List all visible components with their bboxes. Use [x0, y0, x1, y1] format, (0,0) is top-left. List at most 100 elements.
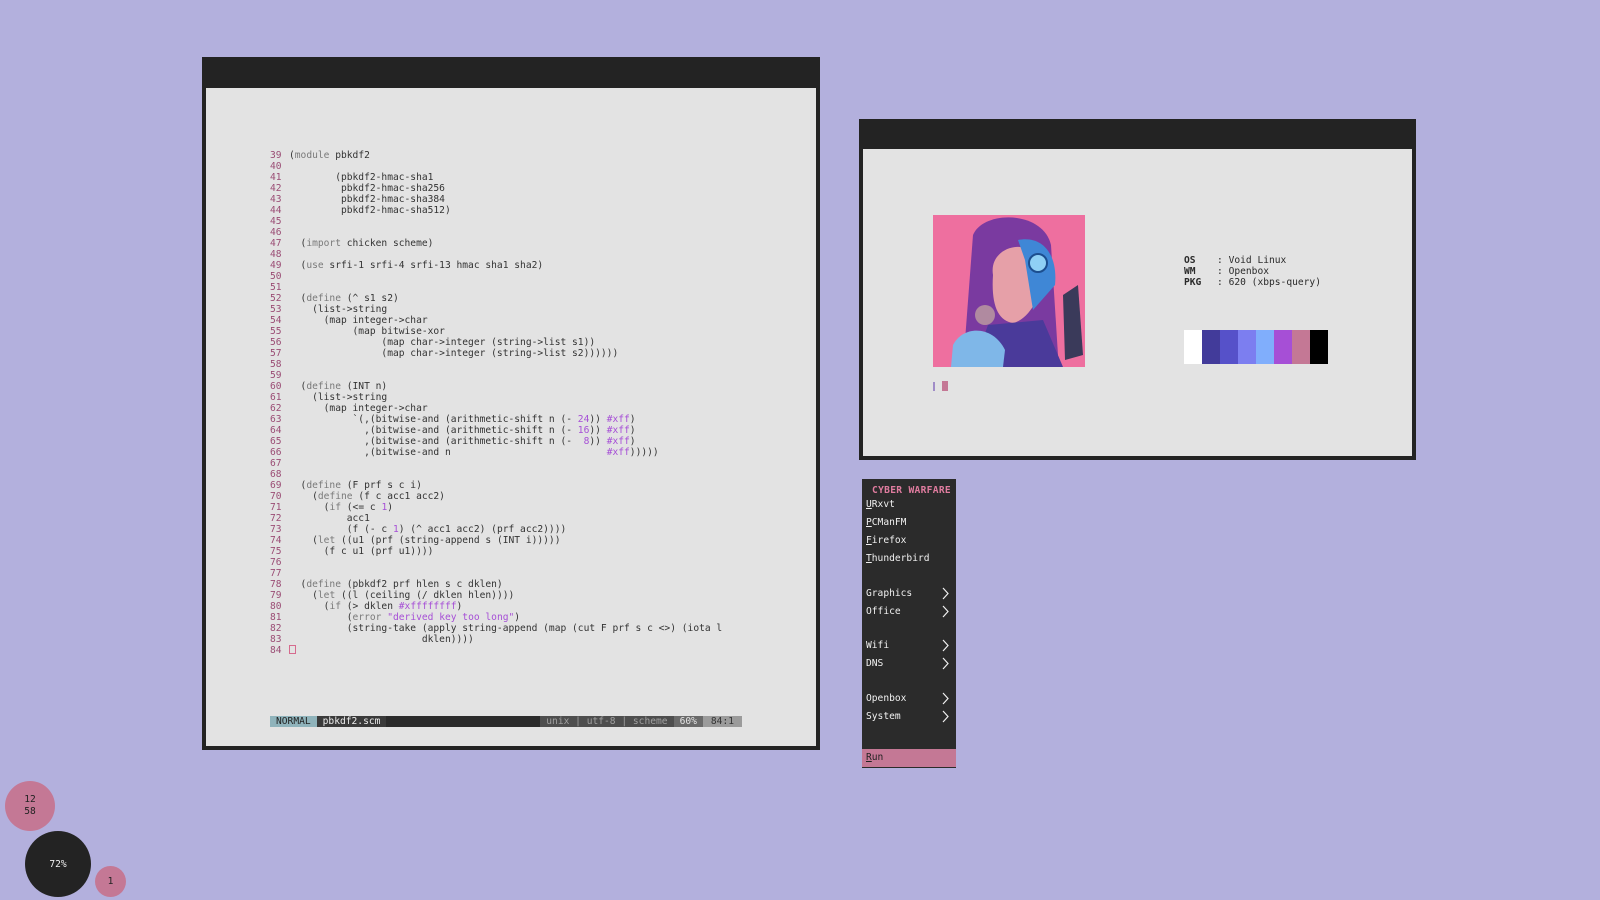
code-line[interactable]: 73 (f (- c 1) (^ acc1 acc2) (prf acc2)))…	[270, 524, 742, 535]
code-line[interactable]: 70 (define (f c acc1 acc2)	[270, 491, 742, 502]
code-line[interactable]: 54 (map integer->char	[270, 315, 742, 326]
battery-percent: 72%	[49, 858, 67, 870]
openbox-menu[interactable]: CYBER WARFARE URxvt PCManFM Firefox Thunder…	[862, 479, 956, 768]
line-number: 61	[270, 392, 282, 403]
line-number: 44	[270, 205, 282, 216]
chevron-right-icon	[940, 585, 950, 602]
menu-title: CYBER WARFARE	[872, 485, 951, 496]
line-text: pbkdf2-hmac-sha384	[289, 194, 445, 205]
code-line[interactable]: 67	[270, 458, 742, 469]
code-line[interactable]: 64 ,(bitwise-and (arithmetic-shift n (- …	[270, 425, 742, 436]
menu-item-urxvt[interactable]: URxvt	[866, 496, 952, 513]
code-line[interactable]: 43 pbkdf2-hmac-sha384	[270, 194, 742, 205]
code-line[interactable]: 53 (list->string	[270, 304, 742, 315]
code-line[interactable]: 66 ,(bitwise-and n #xff)))))	[270, 447, 742, 458]
editor-body[interactable]: 39 (module pbkdf2 40 41 (pbkdf2-hmac-sha1 42…	[206, 88, 816, 746]
code-line[interactable]: 59	[270, 370, 742, 381]
menu-item-pcmanfm[interactable]: PCManFM	[866, 514, 952, 531]
code-line[interactable]: 39 (module pbkdf2	[270, 150, 742, 161]
code-line[interactable]: 63 `(,(bitwise-and (arithmetic-shift n (…	[270, 414, 742, 425]
menu-item-run-label: Run	[866, 752, 884, 763]
line-number: 83	[270, 634, 282, 645]
menu-item-system[interactable]: System	[866, 708, 952, 725]
clock-widget: 12 58	[5, 781, 55, 831]
code-line[interactable]: 65 ,(bitwise-and (arithmetic-shift n (- …	[270, 436, 742, 447]
code-line[interactable]: 80 (if (> dklen #xffffffff)	[270, 601, 742, 612]
line-number: 79	[270, 590, 282, 601]
code-line[interactable]: 72 acc1	[270, 513, 742, 524]
editor-titlebar[interactable]	[202, 57, 820, 85]
menu-item-thunderbird[interactable]: Thunderbird	[866, 550, 952, 567]
palette-swatch	[1238, 330, 1256, 364]
line-number: 63	[270, 414, 282, 425]
menu-item-openbox[interactable]: Openbox	[866, 690, 952, 707]
code-line[interactable]: 49 (use srfi-1 srfi-4 srfi-13 hmac sha1 …	[270, 260, 742, 271]
menu-item-wifi[interactable]: Wifi	[866, 637, 952, 654]
line-number: 41	[270, 172, 282, 183]
code-line[interactable]: 40	[270, 161, 742, 172]
menu-item-run[interactable]: Run	[862, 749, 956, 767]
code-line[interactable]: 47 (import chicken scheme)	[270, 238, 742, 249]
code-line[interactable]: 68	[270, 469, 742, 480]
code-line[interactable]: 83 dklen))))	[270, 634, 742, 645]
code-line[interactable]: 78 (define (pbkdf2 prf hlen s c dklen)	[270, 579, 742, 590]
code-line[interactable]: 41 (pbkdf2-hmac-sha1	[270, 172, 742, 183]
code-line[interactable]: 50	[270, 271, 742, 282]
palette-swatch	[1184, 330, 1202, 364]
line-text: (pbkdf2-hmac-sha1	[289, 172, 434, 183]
line-text: (import chicken scheme)	[289, 238, 434, 249]
code-line[interactable]: 51	[270, 282, 742, 293]
status-percent: 60%	[673, 716, 703, 727]
code-line[interactable]: 60 (define (INT n)	[270, 381, 742, 392]
status-fileinfo: unix | utf-8 | scheme	[540, 716, 674, 727]
fetch-body[interactable]: OS: Void Linux WM: Openbox PKG: 620 (xbps-…	[863, 149, 1412, 456]
menu-item-firefox[interactable]: Firefox	[866, 532, 952, 549]
info-row: PKG: 620 (xbps-query)	[1184, 277, 1321, 288]
fetch-window[interactable]: OS: Void Linux WM: Openbox PKG: 620 (xbps-…	[859, 119, 1416, 460]
info-row: OS: Void Linux	[1184, 255, 1321, 266]
code-line[interactable]: 82 (string-take (apply string-append (ma…	[270, 623, 742, 634]
code-line[interactable]: 56 (map char->integer (string->list s1))	[270, 337, 742, 348]
menu-item-dns[interactable]: DNS	[866, 655, 952, 672]
line-number: 42	[270, 183, 282, 194]
line-number: 67	[270, 458, 282, 469]
menu-item-graphics[interactable]: Graphics	[866, 585, 952, 602]
text-cursor	[289, 645, 296, 654]
prompt-cursor	[942, 381, 948, 391]
line-number: 75	[270, 546, 282, 557]
code-line[interactable]: 81 (error "derived key too long")	[270, 612, 742, 623]
code-area[interactable]: 39 (module pbkdf2 40 41 (pbkdf2-hmac-sha1 42…	[270, 150, 742, 656]
line-text: (list->string	[289, 304, 388, 315]
code-line[interactable]: 52 (define (^ s1 s2)	[270, 293, 742, 304]
menu-item-label: Graphics	[866, 588, 913, 599]
code-line[interactable]: 44 pbkdf2-hmac-sha512)	[270, 205, 742, 216]
vim-statusline: NORMAL pbkdf2.scm unix | utf-8 | scheme …	[270, 716, 742, 727]
menu-item-label: PCManFM	[866, 517, 907, 528]
code-line[interactable]: 48	[270, 249, 742, 260]
code-line[interactable]: 76	[270, 557, 742, 568]
code-line[interactable]: 57 (map char->integer (string->list s2))…	[270, 348, 742, 359]
code-line[interactable]: 61 (list->string	[270, 392, 742, 403]
code-line[interactable]: 69 (define (F prf s c i)	[270, 480, 742, 491]
line-text: `(,(bitwise-and (arithmetic-shift n (- 2…	[289, 414, 636, 425]
fetch-titlebar[interactable]	[859, 119, 1416, 147]
code-line[interactable]: 58	[270, 359, 742, 370]
code-line[interactable]: 62 (map integer->char	[270, 403, 742, 414]
code-line[interactable]: 71 (if (<= c 1)	[270, 502, 742, 513]
code-line[interactable]: 55 (map bitwise-xor	[270, 326, 742, 337]
chevron-right-icon	[940, 708, 950, 725]
status-position: 84:1	[702, 716, 742, 727]
workspace-indicator[interactable]: 1	[95, 866, 126, 897]
code-line[interactable]: 75 (f c u1 (prf u1))))	[270, 546, 742, 557]
status-mode: NORMAL	[270, 716, 317, 727]
editor-window[interactable]: 39 (module pbkdf2 40 41 (pbkdf2-hmac-sha1 42…	[202, 57, 820, 750]
code-line[interactable]: 46	[270, 227, 742, 238]
code-line[interactable]: 79 (let ((l (ceiling (/ dklen hlen))))	[270, 590, 742, 601]
code-line[interactable]: 74 (let ((u1 (prf (string-append s (INT …	[270, 535, 742, 546]
line-number: 70	[270, 491, 282, 502]
menu-item-office[interactable]: Office	[866, 603, 952, 620]
code-line[interactable]: 42 pbkdf2-hmac-sha256	[270, 183, 742, 194]
code-line[interactable]: 84	[270, 645, 742, 656]
code-line[interactable]: 77	[270, 568, 742, 579]
code-line[interactable]: 45	[270, 216, 742, 227]
